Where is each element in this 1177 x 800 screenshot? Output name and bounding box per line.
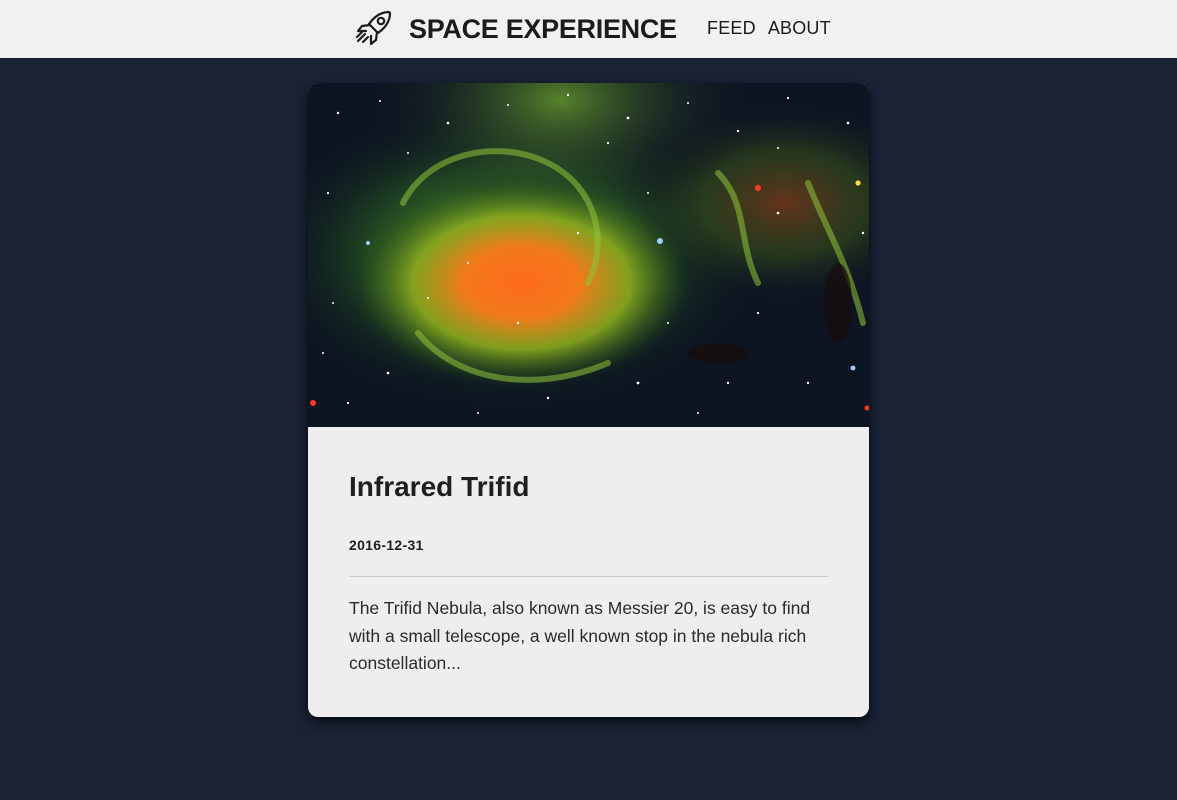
nav-feed-link[interactable]: FEED — [707, 18, 756, 39]
nebula-image — [308, 83, 869, 427]
nav-about-link[interactable]: ABOUT — [768, 18, 831, 39]
brand-link[interactable]: SPACE EXPERIENCE — [351, 6, 677, 52]
post-title: Infrared Trifid — [349, 471, 530, 502]
brand-title: SPACE EXPERIENCE — [409, 13, 677, 44]
card-divider — [349, 576, 828, 577]
post-date: 2016-12-31 — [349, 537, 424, 553]
top-navbar: SPACE EXPERIENCE FEED ABOUT — [0, 0, 1177, 58]
post-excerpt: The Trifid Nebula, also known as Messier… — [349, 598, 811, 673]
main-nav: FEED ABOUT — [707, 18, 831, 39]
post-card[interactable]: Infrared Trifid 2016-12-31 The Trifid Ne… — [308, 83, 869, 717]
rocket-icon — [355, 10, 392, 46]
